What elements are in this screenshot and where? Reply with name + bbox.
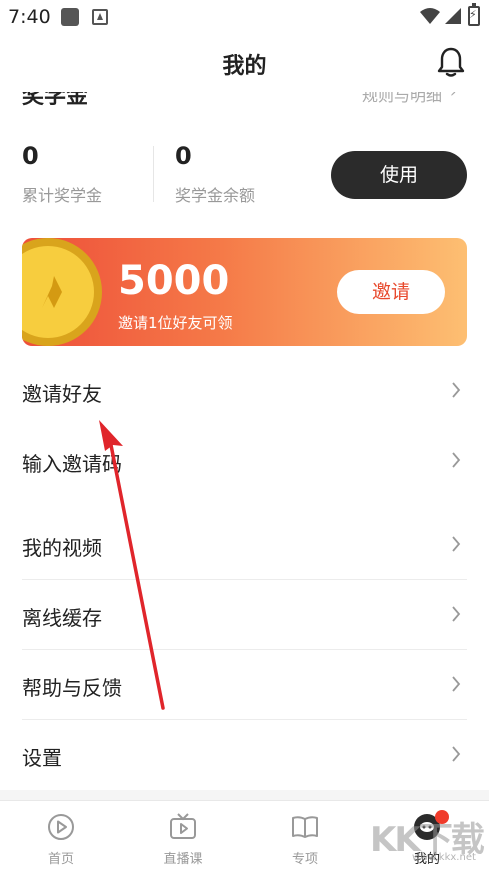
chevron-right-icon: › bbox=[450, 92, 456, 101]
open-book-icon bbox=[292, 816, 318, 838]
wifi-icon bbox=[420, 8, 440, 24]
chevron-right-icon bbox=[452, 606, 461, 622]
invite-reward-desc: 邀请1位好友可领 bbox=[118, 314, 233, 332]
chevron-right-icon bbox=[452, 676, 461, 692]
stat-divider bbox=[153, 146, 154, 202]
menu-item-label: 邀请好友 bbox=[22, 382, 102, 406]
chevron-right-icon bbox=[452, 536, 461, 552]
menu-item-label: 我的视频 bbox=[22, 536, 102, 560]
watermark-url: www.kkx.net bbox=[412, 852, 476, 863]
watermark-logo: KK下载 www.kkx.net bbox=[370, 812, 488, 866]
invite-banner[interactable]: 5000 邀请1位好友可领 邀请 bbox=[22, 238, 467, 346]
play-circle-icon bbox=[48, 814, 74, 840]
signal-icon bbox=[445, 8, 461, 24]
tab-label: 首页 bbox=[47, 852, 74, 867]
gold-coin-icon bbox=[22, 238, 102, 346]
rules-link[interactable]: 规则与明细 bbox=[362, 92, 442, 106]
tab-special[interactable]: 专项 bbox=[244, 801, 366, 869]
menu-item-settings[interactable]: 设置 bbox=[0, 720, 489, 790]
chevron-right-icon bbox=[452, 746, 461, 762]
invite-reward-amount: 5000 bbox=[118, 258, 230, 304]
battery-icon bbox=[468, 3, 480, 26]
tab-label: 专项 bbox=[291, 852, 318, 867]
accumulated-value: 0 bbox=[22, 142, 39, 170]
tab-home[interactable]: 首页 bbox=[0, 801, 122, 869]
menu-item-label: 设置 bbox=[22, 746, 62, 770]
balance-value: 0 bbox=[175, 142, 192, 170]
menu-item-label: 输入邀请码 bbox=[22, 452, 122, 476]
notification-app-icon bbox=[61, 8, 79, 26]
menu-item-help-feedback[interactable]: 帮助与反馈 bbox=[0, 650, 489, 720]
chevron-right-icon bbox=[452, 452, 461, 468]
status-bar: 7:40 bbox=[0, 0, 489, 34]
chevron-right-icon bbox=[452, 382, 461, 398]
menu-item-invite-friends[interactable]: 邀请好友 bbox=[0, 356, 489, 426]
accumulated-label: 累计奖学金 bbox=[22, 186, 103, 205]
scholarship-title: 奖学金 bbox=[22, 92, 89, 109]
menu-item-my-videos[interactable]: 我的视频 bbox=[0, 510, 489, 580]
notification-a-icon bbox=[92, 9, 108, 25]
menu-item-offline-cache[interactable]: 离线缓存 bbox=[0, 580, 489, 650]
tab-live-course[interactable]: 直播课 bbox=[122, 801, 244, 869]
tab-label: 直播课 bbox=[163, 852, 203, 867]
status-time: 7:40 bbox=[8, 6, 51, 28]
menu-item-enter-invite-code[interactable]: 输入邀请码 bbox=[0, 426, 489, 496]
tv-play-icon bbox=[170, 813, 196, 839]
balance-label: 奖学金余额 bbox=[175, 186, 256, 205]
menu-item-label: 帮助与反馈 bbox=[22, 676, 122, 700]
bell-icon[interactable] bbox=[436, 46, 466, 78]
invite-button[interactable]: 邀请 bbox=[337, 270, 445, 314]
menu-item-label: 离线缓存 bbox=[22, 606, 102, 630]
page-header: 我的 bbox=[0, 34, 489, 92]
page-title: 我的 bbox=[222, 54, 267, 79]
content-scroll[interactable]: 奖学金 规则与明细 › 0 累计奖学金 0 奖学金余额 使用 5000 邀请1位… bbox=[0, 92, 489, 800]
use-button[interactable]: 使用 bbox=[331, 151, 467, 199]
